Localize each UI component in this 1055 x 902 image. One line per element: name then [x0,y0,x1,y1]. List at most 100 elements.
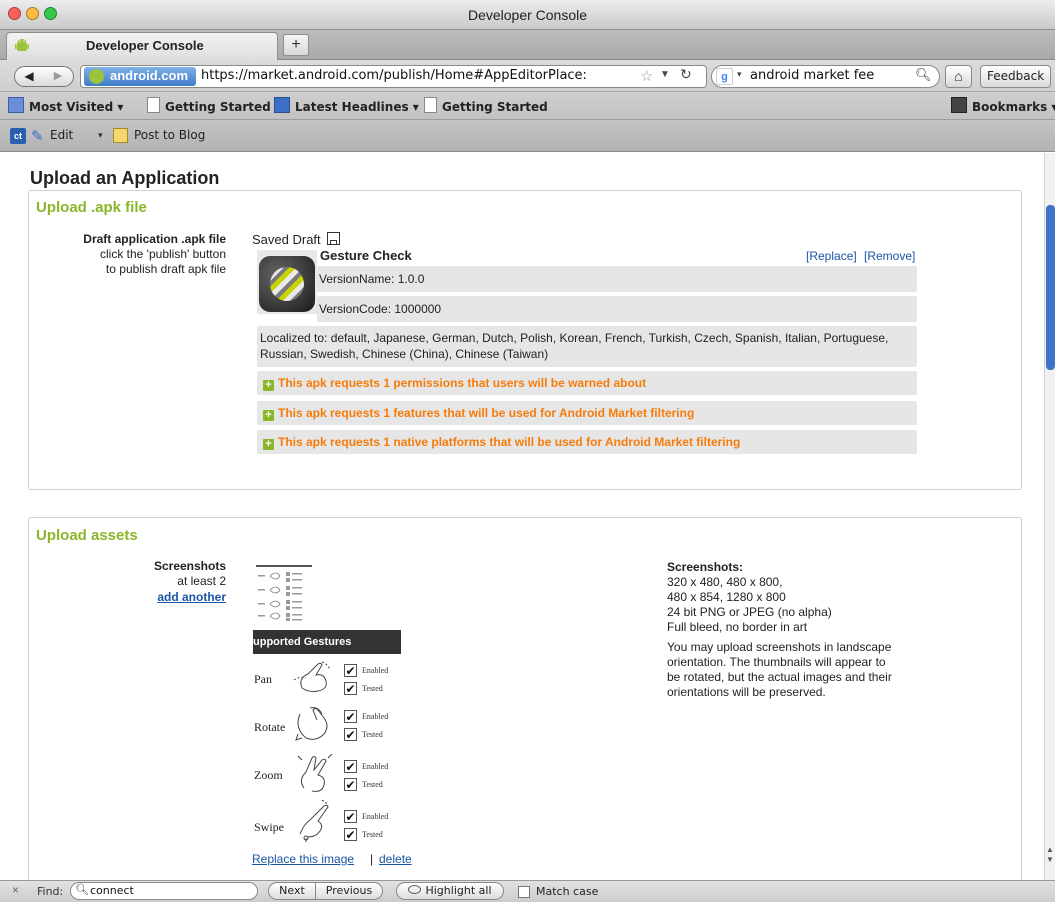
back-button[interactable]: ◀ [14,66,44,87]
pan-tested-checkbox[interactable]: ✔ [344,682,357,695]
draft-hint-line-2: to publish draft apk file [105,262,226,276]
window-zoom-button[interactable] [44,7,57,20]
bookmark-getting-started[interactable]: Getting Started [424,97,548,115]
url-text[interactable]: https://market.android.com/publish/Home#… [201,68,587,83]
features-warning-row[interactable]: + This apk requests 1 features that will … [257,401,917,425]
remove-apk-link[interactable]: [Remove] [864,249,915,263]
rss-feed-icon [274,97,290,113]
swipe-tested-checkbox[interactable]: ✔ [344,828,357,841]
rotate-tested-checkbox[interactable]: ✔ [344,728,357,741]
expand-plus-icon[interactable]: + [263,380,274,391]
edit-caret-icon[interactable]: ▾ [98,130,103,141]
search-icon[interactable]: 🔍︎ [915,67,932,83]
find-close-icon[interactable]: × [12,883,19,897]
new-tab-button[interactable]: + [283,34,309,56]
zoom-enabled-label: Enabled [362,762,389,771]
bookmarks-star-icon [951,97,967,113]
google-engine-icon[interactable]: g [716,68,733,85]
scrollbar-thumb[interactable] [1046,205,1055,370]
gesture-label-rotate: Rotate [254,720,286,734]
version-name-row: VersionName: 1.0.0 [317,266,917,292]
tab-label: Developer Console [86,38,204,53]
find-next-button[interactable]: Next [268,882,316,900]
delete-image-link[interactable]: delete [379,852,412,866]
pencil-edit-icon[interactable]: ✎ [31,127,44,145]
expand-plus-icon[interactable]: + [263,439,274,450]
requirement-line: You may upload screenshots in landscape [667,640,892,654]
zoom-tested-checkbox[interactable]: ✔ [344,778,357,791]
find-query-text[interactable]: connect [90,884,134,897]
bookmark-label: Latest Headlines ▾ [295,100,419,114]
feedback-button[interactable]: Feedback ▾ [980,65,1051,104]
rotate-gesture-hand-icon [292,704,336,746]
reload-icon[interactable]: ↻ [680,66,692,83]
bookmark-label: Getting Started [165,100,271,114]
find-search-icon: 🔍︎ [75,884,89,896]
link-separator: | [370,852,374,866]
highlight-all-label: Highlight all [425,884,492,897]
section-title-upload-assets: Upload assets [36,527,138,544]
requirement-line: Full bleed, no border in art [667,620,808,634]
pan-enabled-checkbox[interactable]: ✔ [344,664,357,677]
scroll-arrows-icon[interactable]: ▲ ▼ [1045,845,1055,875]
bookmark-most-visited[interactable]: Most Visited ▾ [8,97,123,115]
highlight-oval-icon [408,885,422,894]
most-visited-icon [8,97,24,113]
requirement-line: 480 x 854, 1280 x 800 [667,590,786,604]
bookmark-star-icon[interactable]: ☆ [640,67,653,85]
swipe-enabled-label: Enabled [362,812,389,821]
highlight-all-button[interactable]: Highlight all [396,882,504,900]
post-to-blog-button[interactable]: Post to Blog [134,128,205,146]
bookmark-getting-started[interactable]: Getting Started [147,97,271,115]
requirement-line: orientation. The thumbnails will appear … [667,655,886,669]
history-dropdown-icon[interactable]: ▼ [660,69,670,80]
find-previous-button[interactable]: Previous [315,882,383,900]
match-case-label: Match case [536,885,599,898]
rotate-tested-label: Tested [362,730,383,739]
bookmark-label: Getting Started [442,100,548,114]
ct-addon-icon[interactable]: ct [10,128,26,144]
swipe-enabled-checkbox[interactable]: ✔ [344,810,357,823]
warning-text: This apk requests 1 features that will b… [278,406,695,420]
version-code-row: VersionCode: 1000000 [317,296,917,322]
expand-plus-icon[interactable]: + [263,410,274,421]
forward-button[interactable]: ▶ [46,66,70,87]
permissions-warning-row[interactable]: + This apk requests 1 permissions that us… [257,371,917,395]
edit-button[interactable]: Edit [50,128,73,146]
search-input[interactable]: android market fee [750,68,874,83]
requirement-line: orientations will be preserved. [667,685,826,699]
bookmark-latest-headlines[interactable]: Latest Headlines ▾ [274,97,419,115]
blog-post-icon[interactable] [113,128,128,143]
zoom-tested-label: Tested [362,780,383,789]
requirement-line: 24 bit PNG or JPEG (no alpha) [667,605,832,619]
add-another-link[interactable]: add another [60,590,226,604]
zoom-enabled-checkbox[interactable]: ✔ [344,760,357,773]
pan-gesture-hand-icon [292,658,336,700]
bookmarks-menu-button[interactable]: Bookmarks ▾ [951,97,1055,115]
screenshot-thumbnail[interactable] [256,560,312,622]
replace-image-link[interactable]: Replace this image [252,852,354,866]
gesture-label-pan: Pan [254,672,272,686]
pan-tested-label: Tested [362,684,383,693]
save-disk-icon-detail [330,240,337,245]
pan-enabled-label: Enabled [362,666,389,675]
localized-languages-row: Localized to: default, Japanese, German,… [257,326,917,367]
search-engine-caret-icon[interactable]: ▾ [737,69,742,80]
requirement-line: 320 x 480, 480 x 800, [667,575,783,589]
site-identity-domain: android.com [110,68,189,83]
replace-apk-link[interactable]: [Replace] [806,249,857,263]
window-close-button[interactable] [8,7,21,20]
window-minimize-button[interactable] [26,7,39,20]
screenshot-header: upported Gestures [253,630,401,654]
find-label: Find: [37,885,64,898]
warning-text: This apk requests 1 native platforms tha… [278,435,741,449]
home-button[interactable]: ⌂ [945,65,972,88]
rotate-enabled-checkbox[interactable]: ✔ [344,710,357,723]
page-icon [147,97,160,113]
match-case-checkbox[interactable] [518,886,530,898]
page-icon [424,97,437,113]
saved-draft-label: Saved Draft [252,232,321,247]
draft-hint-line-1: click the 'publish' button [100,247,226,261]
native-platforms-warning-row[interactable]: + This apk requests 1 native platforms th… [257,430,917,454]
android-favicon-icon [14,37,30,53]
